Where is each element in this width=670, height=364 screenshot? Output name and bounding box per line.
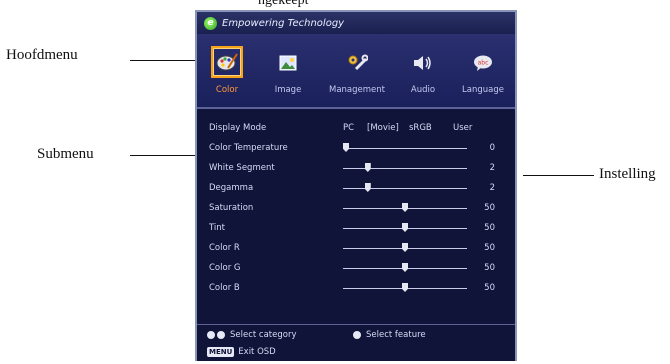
tab-image[interactable]: Image — [258, 40, 318, 102]
setting-value: 2 — [489, 163, 495, 173]
tint-row[interactable]: Tint 50 — [197, 218, 515, 238]
slider-track[interactable] — [343, 148, 467, 149]
osd-footer: Select category Select feature MENU Exit… — [197, 324, 515, 364]
setting-label: Color Temperature — [209, 143, 288, 153]
picture-icon — [273, 48, 303, 78]
white-segment-row[interactable]: White Segment 2 — [197, 158, 515, 178]
setting-value: 0 — [489, 143, 495, 153]
callout-settings: Instelling — [599, 166, 656, 182]
tab-audio[interactable]: Audio — [393, 40, 453, 102]
degamma-row[interactable]: Degamma 2 — [197, 178, 515, 198]
color-r-row[interactable]: Color R 50 — [197, 238, 515, 258]
exit-osd-hint: MENU Exit OSD — [207, 347, 276, 357]
osd-title: Empowering Technology — [222, 17, 345, 29]
color-b-row[interactable]: Color B 50 — [197, 278, 515, 298]
setting-value: 50 — [484, 263, 495, 273]
mode-option-movie[interactable]: [Movie] — [367, 123, 409, 133]
setting-label: Color G — [209, 263, 241, 273]
callout-submenu: Submenu — [37, 146, 94, 162]
speech-bubble-icon: abc — [468, 48, 498, 78]
display-mode-options: PC [Movie] sRGB User — [343, 123, 472, 133]
osd-window: e Empowering Technology Color Image Mana… — [195, 10, 517, 361]
setting-value: 50 — [484, 243, 495, 253]
tab-color[interactable]: Color — [197, 40, 257, 102]
exit-osd-text: Exit OSD — [238, 347, 276, 357]
display-mode-label: Display Mode — [209, 123, 267, 133]
setting-label: Color B — [209, 283, 240, 293]
slider-thumb[interactable] — [343, 143, 349, 152]
setting-label: Saturation — [209, 203, 254, 213]
mode-option-srgb[interactable]: sRGB — [409, 123, 453, 133]
select-category-hint: Select category — [207, 330, 297, 340]
slider-thumb[interactable] — [402, 223, 408, 232]
svg-text:abc: abc — [478, 60, 489, 67]
color-g-row[interactable]: Color G 50 — [197, 258, 515, 278]
slider-thumb[interactable] — [402, 243, 408, 252]
osd-title-bar: e Empowering Technology — [197, 12, 515, 34]
callout-settings-line — [523, 175, 594, 176]
setting-value: 50 — [484, 223, 495, 233]
page-heading-fragment: ngekeept — [258, 0, 309, 8]
tab-label: Management — [329, 85, 385, 95]
palette-icon — [211, 46, 243, 78]
tab-management[interactable]: Management — [323, 40, 391, 102]
right-arrow-button-icon — [217, 331, 225, 339]
setting-label: White Segment — [209, 163, 275, 173]
callout-main-menu-line — [130, 60, 200, 61]
tab-label: Color — [215, 85, 239, 95]
tab-language[interactable]: abc Language — [453, 40, 513, 102]
callout-main-menu: Hoofdmenu — [6, 47, 78, 63]
color-temperature-row[interactable]: Color Temperature 0 — [197, 138, 515, 158]
slider-thumb[interactable] — [364, 183, 371, 192]
slider-thumb[interactable] — [364, 163, 371, 172]
slider-thumb[interactable] — [402, 203, 408, 212]
tab-label: Image — [274, 85, 302, 95]
menu-divider — [197, 107, 515, 109]
slider-track[interactable] — [343, 168, 467, 169]
tools-icon — [342, 48, 372, 78]
setting-label: Degamma — [209, 183, 254, 193]
tab-label: Audio — [410, 85, 436, 95]
setting-label: Tint — [209, 223, 226, 233]
brand-logo-icon: e — [204, 16, 217, 30]
down-arrow-button-icon — [353, 331, 361, 339]
select-feature-text: Select feature — [366, 330, 426, 340]
setting-value: 50 — [484, 203, 495, 213]
slider-thumb[interactable] — [402, 283, 408, 292]
mode-option-user[interactable]: User — [453, 123, 472, 133]
setting-value: 2 — [489, 183, 495, 193]
submenu: Display Mode PC [Movie] sRGB User Color … — [197, 112, 515, 322]
menu-key-icon: MENU — [207, 347, 235, 357]
saturation-row[interactable]: Saturation 50 — [197, 198, 515, 218]
setting-value: 50 — [484, 283, 495, 293]
speaker-icon — [408, 48, 438, 78]
main-menu: Color Image Management Audio abc Languag… — [197, 34, 515, 107]
left-arrow-button-icon — [207, 331, 215, 339]
setting-label: Color R — [209, 243, 240, 253]
tab-label: Language — [462, 85, 504, 95]
mode-option-pc[interactable]: PC — [343, 123, 367, 133]
slider-thumb[interactable] — [402, 263, 408, 272]
select-feature-hint: Select feature — [353, 330, 426, 340]
slider-track[interactable] — [343, 188, 467, 189]
select-category-text: Select category — [230, 330, 297, 340]
display-mode-row[interactable]: Display Mode PC [Movie] sRGB User — [197, 118, 515, 138]
